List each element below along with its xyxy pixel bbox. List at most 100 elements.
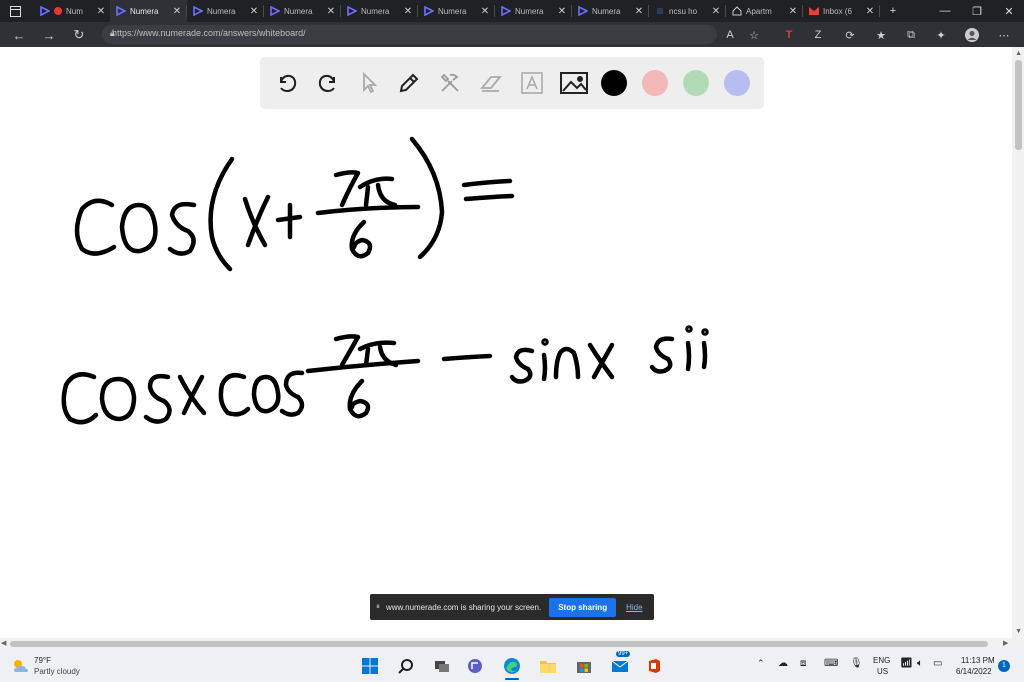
restore-button[interactable]: ❐ xyxy=(962,0,992,22)
vertical-scroll-thumb[interactable] xyxy=(1015,60,1022,150)
new-tab-button[interactable]: + xyxy=(878,0,908,22)
handwritten-sin xyxy=(509,338,581,384)
numerade-favicon xyxy=(577,6,588,17)
back-icon[interactable]: ← xyxy=(10,26,28,44)
select-pointer-icon[interactable] xyxy=(355,69,383,97)
volume-icon[interactable]: 🔈︎ xyxy=(917,658,923,669)
handwritten-cos-2 xyxy=(61,372,172,425)
stop-sharing-button[interactable]: Stop sharing xyxy=(549,597,617,617)
windows-taskbar: 79°F Partly cloudy 99+ ⌃ ☁ ⧈ ⌨ 🎙︎ ENG US… xyxy=(0,649,1024,682)
search-icon[interactable] xyxy=(396,656,416,676)
tab-4[interactable]: Numera ✕ xyxy=(264,0,341,22)
tab-close-icon[interactable]: ✕ xyxy=(249,6,259,17)
start-icon[interactable] xyxy=(360,656,380,676)
tab-7[interactable]: Numera ✕ xyxy=(495,0,572,22)
tab-3[interactable]: Numera ✕ xyxy=(187,0,264,22)
tray-overflow-icon[interactable]: ⌃ xyxy=(757,658,765,669)
tab-actions-icon[interactable] xyxy=(0,0,30,22)
language-top[interactable]: ENG xyxy=(873,656,890,665)
scroll-up-icon[interactable]: ▲ xyxy=(1015,50,1022,57)
address-bar-row: ← → ↻ 🔒︎ https://www.numerade.com/answer… xyxy=(0,22,1024,47)
tab-close-icon[interactable]: ✕ xyxy=(634,6,644,17)
scroll-down-icon[interactable]: ▼ xyxy=(1015,628,1022,635)
onedrive-icon[interactable]: ☁ xyxy=(778,658,788,669)
tab-6[interactable]: Numera ✕ xyxy=(418,0,495,22)
tab-5[interactable]: Numera ✕ xyxy=(341,0,418,22)
tab-close-icon[interactable]: ✕ xyxy=(480,6,490,17)
profile-avatar[interactable] xyxy=(964,27,980,43)
color-black[interactable] xyxy=(600,69,628,97)
drag-handle-icon[interactable]: ⏸ xyxy=(376,602,380,612)
handwritten-7pi-1 xyxy=(333,170,398,208)
mail-icon[interactable]: 99+ xyxy=(610,651,631,676)
tab-close-icon[interactable]: ✕ xyxy=(96,6,106,17)
teams-chat-icon[interactable] xyxy=(466,656,486,676)
minimize-button[interactable]: — xyxy=(930,0,960,22)
tab-11[interactable]: Inbox (6 ✕ xyxy=(803,0,880,22)
tools-icon[interactable] xyxy=(436,69,464,97)
handwritten-cos-3 xyxy=(218,370,305,417)
tab-close-icon[interactable]: ✕ xyxy=(172,6,182,17)
extension-z-icon[interactable]: Z xyxy=(810,27,826,43)
office-icon[interactable] xyxy=(644,656,664,676)
edge-icon[interactable] xyxy=(502,656,522,676)
color-lavender[interactable] xyxy=(723,69,751,97)
tab-close-icon[interactable]: ✕ xyxy=(326,6,336,17)
tab-close-icon[interactable]: ✕ xyxy=(711,6,721,17)
clock-time[interactable]: 11:13 PM xyxy=(961,656,995,665)
tab-1[interactable]: Num ✕ xyxy=(34,0,111,22)
weather-icon[interactable] xyxy=(10,656,30,676)
scroll-left-icon[interactable]: ◀ xyxy=(1,639,6,647)
tab-close-icon[interactable]: ✕ xyxy=(788,6,798,17)
clock-date[interactable]: 6/14/2022 xyxy=(956,667,992,676)
color-pink[interactable] xyxy=(641,69,669,97)
tab-close-icon[interactable]: ✕ xyxy=(557,6,567,17)
task-view-icon[interactable] xyxy=(432,656,452,676)
language-bottom[interactable]: US xyxy=(877,667,888,676)
favorite-add-icon[interactable]: ☆ xyxy=(746,27,762,43)
tab-title: Numera xyxy=(284,6,313,16)
handwritten-fraction-bar-2 xyxy=(305,358,421,374)
keyboard-icon[interactable]: ⌨ xyxy=(824,658,838,669)
pen-icon[interactable] xyxy=(395,69,423,97)
undo-icon[interactable] xyxy=(273,69,301,97)
tab-8[interactable]: Numera ✕ xyxy=(572,0,649,22)
collections-icon[interactable]: ⧉ xyxy=(903,27,919,43)
extensions-icon[interactable]: ✦ xyxy=(933,27,949,43)
ncsu-favicon xyxy=(654,6,665,17)
refresh-icon[interactable]: ↻ xyxy=(70,26,88,44)
extension-sync-icon[interactable]: ⟳ xyxy=(842,27,858,43)
file-explorer-icon[interactable] xyxy=(538,656,558,676)
microphone-icon[interactable]: 🎙︎ xyxy=(850,658,863,669)
tab-10[interactable]: Apartm ✕ xyxy=(726,0,803,22)
text-tool-icon[interactable] xyxy=(518,69,546,97)
color-green[interactable] xyxy=(682,69,710,97)
image-icon[interactable] xyxy=(560,69,588,97)
tab-close-icon[interactable]: ✕ xyxy=(403,6,413,17)
hide-link[interactable]: Hide xyxy=(626,603,642,612)
battery-icon[interactable]: ▭ xyxy=(933,658,942,669)
tab-9[interactable]: ncsu ho ✕ xyxy=(649,0,726,22)
handwritten-7pi-2 xyxy=(333,334,399,368)
gmail-icon xyxy=(808,6,819,17)
notification-badge[interactable]: 1 xyxy=(998,660,1010,672)
tab-close-icon[interactable]: ✕ xyxy=(865,6,875,17)
tab-title: Numera xyxy=(130,6,159,16)
read-aloud-icon[interactable]: A xyxy=(722,27,738,43)
store-icon[interactable] xyxy=(574,656,594,676)
close-window-button[interactable]: ✕ xyxy=(994,0,1024,22)
favorites-icon[interactable]: ★ xyxy=(873,27,889,43)
handwritten-x-3 xyxy=(587,342,615,380)
more-menu-icon[interactable]: ⋯ xyxy=(996,27,1012,43)
extension-tp-icon[interactable]: T xyxy=(781,27,797,43)
forward-icon[interactable]: → xyxy=(40,26,58,44)
wifi-icon[interactable]: 📶︎ xyxy=(900,658,913,669)
horizontal-scroll-thumb[interactable] xyxy=(10,641,988,647)
tab-title: Numera xyxy=(515,6,544,16)
eraser-icon[interactable] xyxy=(477,69,505,97)
tray-app-icon[interactable]: ⧈ xyxy=(800,658,806,669)
redo-icon[interactable] xyxy=(314,69,342,97)
mail-badge: 99+ xyxy=(616,651,631,657)
tab-2[interactable]: Numera ✕ xyxy=(110,0,187,22)
scroll-right-icon[interactable]: ▶ xyxy=(1003,639,1008,647)
